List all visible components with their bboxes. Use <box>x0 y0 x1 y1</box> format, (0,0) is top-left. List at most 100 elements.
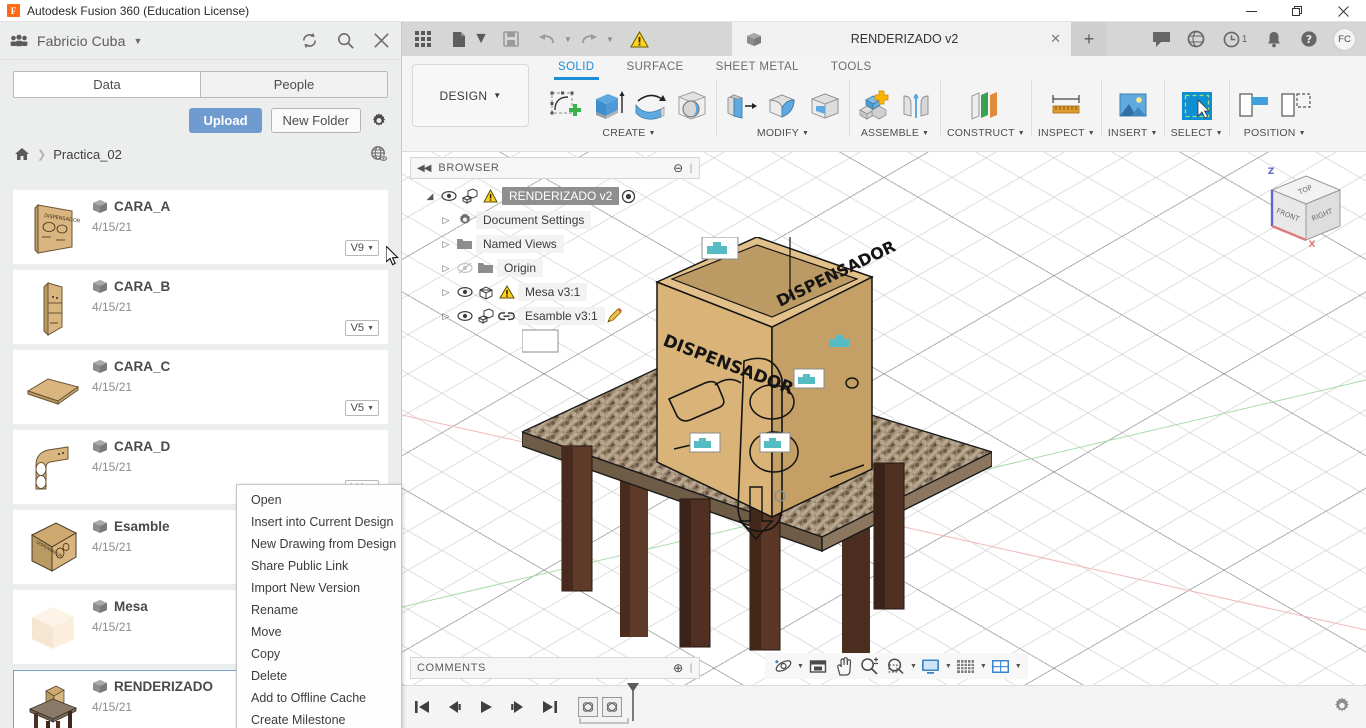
tree-node-document-settings[interactable]: ▷ Document Settings <box>410 208 700 232</box>
item-version-selector[interactable]: V5 ▼ <box>344 320 379 336</box>
ribbon-group-construct-label[interactable]: CONSTRUCT ▼ <box>947 127 1025 139</box>
new-file-icon[interactable] <box>446 26 472 52</box>
ribbon-group-insert-label[interactable]: INSERT ▼ <box>1108 127 1158 139</box>
avatar[interactable]: FC <box>1333 27 1356 51</box>
press-pull-icon[interactable] <box>723 88 759 124</box>
chevron-down-icon[interactable]: ▼ <box>910 663 917 670</box>
tree-node-mesa[interactable]: ▷ Mesa v3:1 <box>410 280 700 304</box>
document-tab[interactable]: RENDERIZADO v2 ✕ <box>732 22 1072 56</box>
skip-to-start-icon[interactable] <box>412 697 432 717</box>
close-panel-icon[interactable] <box>371 31 391 51</box>
menu-item-new-drawing-from-design[interactable]: New Drawing from Design <box>237 533 401 555</box>
select-window-icon[interactable] <box>1179 88 1215 124</box>
menu-item-add-to-offline-cache[interactable]: Add to Offline Cache <box>237 687 401 709</box>
move-copy-icon[interactable] <box>1278 88 1314 124</box>
view-cube[interactable]: TOP FRONT RIGHT Z X <box>1256 162 1356 262</box>
chevron-down-icon[interactable]: ▼ <box>1015 663 1022 670</box>
tab-data[interactable]: Data <box>14 72 200 97</box>
globe-icon[interactable] <box>370 145 388 163</box>
new-component-icon[interactable] <box>856 88 892 124</box>
ribbon-group-select-label[interactable]: SELECT ▼ <box>1171 127 1223 139</box>
bell-icon[interactable] <box>1263 28 1285 50</box>
look-at-control[interactable] <box>806 655 830 677</box>
menu-item-share-public-link[interactable]: Share Public Link <box>237 555 401 577</box>
skip-to-end-icon[interactable] <box>540 697 560 717</box>
warning-icon[interactable] <box>626 26 652 52</box>
menu-item-open[interactable]: Open <box>237 489 401 511</box>
fit-icon[interactable] <box>884 655 908 677</box>
expander-icon[interactable]: ▷ <box>440 215 452 226</box>
tree-node-esamble[interactable]: ▷ Esamble v3:1 <box>410 304 700 328</box>
user-name[interactable]: Fabricio Cuba <box>37 33 125 49</box>
step-back-icon[interactable] <box>444 697 464 717</box>
tab-surface[interactable]: SURFACE <box>611 58 700 77</box>
save-icon[interactable] <box>498 26 524 52</box>
new-file-caret-icon[interactable]: ▼ <box>473 26 489 52</box>
tab-people[interactable]: People <box>200 72 387 97</box>
revolve-icon[interactable] <box>632 88 668 124</box>
tree-node-origin[interactable]: ▷ Origin <box>410 256 700 280</box>
gear-icon[interactable] <box>1332 696 1354 718</box>
fillet-icon[interactable] <box>765 88 801 124</box>
pan-icon[interactable] <box>832 655 856 677</box>
joint-feature-icon[interactable] <box>578 697 598 717</box>
create-sketch-icon[interactable] <box>548 88 584 124</box>
maximize-button[interactable] <box>1274 0 1320 22</box>
resize-grip[interactable]: | <box>690 663 693 674</box>
list-item[interactable]: CARA_C 4/15/21 V5 ▼ <box>13 350 388 424</box>
viewport[interactable]: DISPENSADOR DISPENSADOR ◀◀ BROWSER ⊖ | ◢… <box>402 152 1366 685</box>
breadcrumb-folder[interactable]: Practica_02 <box>53 147 122 162</box>
gear-icon[interactable] <box>370 112 388 130</box>
ribbon-group-modify-label[interactable]: MODIFY ▼ <box>757 127 809 139</box>
chevron-down-icon[interactable]: ▼ <box>945 663 952 670</box>
viewports-icon[interactable] <box>989 655 1013 677</box>
ribbon-group-inspect-label[interactable]: INSPECT ▼ <box>1038 127 1095 139</box>
item-version-selector[interactable]: V9 ▼ <box>344 240 379 256</box>
viewports-control[interactable]: ▼ <box>989 655 1022 677</box>
undo-icon[interactable] <box>534 26 560 52</box>
app-grid-icon[interactable] <box>410 26 436 52</box>
tree-node-named-views[interactable]: ▷ Named Views <box>410 232 700 256</box>
chevron-down-icon[interactable]: ▼ <box>797 663 804 670</box>
minimize-button[interactable] <box>1228 0 1274 22</box>
eye-icon[interactable] <box>439 187 458 205</box>
display-settings-icon[interactable] <box>919 655 943 677</box>
pencil-icon[interactable] <box>605 307 624 325</box>
tab-sheet-metal[interactable]: SHEET METAL <box>700 58 815 77</box>
joint-icon[interactable] <box>898 88 934 124</box>
search-icon[interactable] <box>335 31 355 51</box>
ribbon-group-position-label[interactable]: POSITION ▼ <box>1244 127 1306 139</box>
globe-help-icon[interactable] <box>1185 28 1207 50</box>
display-settings-control[interactable]: ▼ <box>919 655 952 677</box>
upload-button[interactable]: Upload <box>189 108 262 133</box>
new-tab-button[interactable]: + <box>1072 22 1106 56</box>
menu-item-delete[interactable]: Delete <box>237 665 401 687</box>
zoom-control[interactable] <box>858 655 882 677</box>
menu-item-copy[interactable]: Copy <box>237 643 401 665</box>
refresh-icon[interactable] <box>299 31 319 51</box>
resize-grip[interactable]: | <box>690 163 693 174</box>
joint-feature-icon[interactable] <box>602 697 622 717</box>
menu-item-create-milestone[interactable]: Create Milestone <box>237 709 401 728</box>
step-forward-icon[interactable] <box>508 697 528 717</box>
sphere-icon[interactable] <box>674 88 710 124</box>
home-icon[interactable] <box>14 147 30 161</box>
ribbon-group-assemble-label[interactable]: ASSEMBLE ▼ <box>861 127 929 139</box>
menu-item-rename[interactable]: Rename <box>237 599 401 621</box>
minus-icon[interactable]: ⊖ <box>673 161 684 175</box>
user-menu-caret-icon[interactable]: ▼ <box>133 36 142 46</box>
comment-icon[interactable] <box>1150 28 1172 50</box>
pan-control[interactable] <box>832 655 856 677</box>
grid-snap-icon[interactable] <box>954 655 978 677</box>
tab-tools[interactable]: TOOLS <box>815 58 888 77</box>
redo-caret-icon[interactable]: ▼ <box>604 26 616 52</box>
question-icon[interactable]: ? <box>1298 28 1320 50</box>
expander-icon[interactable]: ▷ <box>440 263 452 274</box>
insert-image-icon[interactable] <box>1115 88 1151 124</box>
tab-solid[interactable]: SOLID <box>542 58 611 80</box>
fit-control[interactable]: ▼ <box>884 655 917 677</box>
eye-icon[interactable] <box>455 307 474 325</box>
ribbon-group-create-label[interactable]: CREATE ▼ <box>602 127 655 139</box>
shell-icon[interactable] <box>807 88 843 124</box>
grid-snap-control[interactable]: ▼ <box>954 655 987 677</box>
